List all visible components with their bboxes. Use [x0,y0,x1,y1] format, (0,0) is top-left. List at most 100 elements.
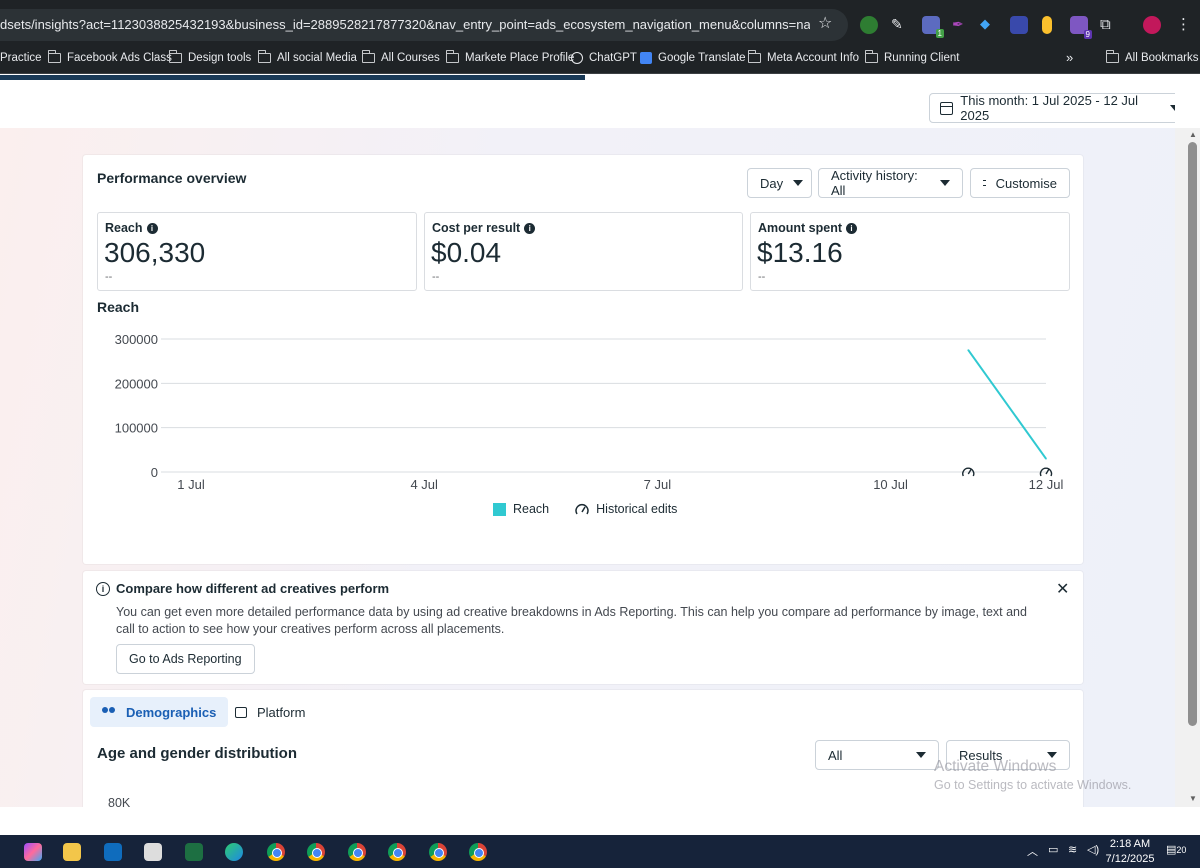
bookmark-running-client[interactable]: Running Client [864,50,959,64]
wifi-icon[interactable]: ≋ [1068,843,1077,856]
bookmark-practice[interactable]: Practice [0,52,42,64]
file-explorer-icon[interactable] [63,843,81,861]
demographics-card: Demographics Platform Age and gender dis… [83,690,1083,807]
scroll-down-arrow-icon[interactable]: ▼ [1189,794,1197,803]
metric-reach[interactable]: Reach i 306,330 -- [97,212,417,291]
tab-platform[interactable]: Platform [223,697,317,727]
chatgpt-icon [571,52,583,64]
bookmark-chatgpt[interactable]: ChatGPT [571,52,637,64]
tab-label: Platform [257,704,306,720]
feather-extension-icon[interactable]: ✒ [952,16,970,34]
go-to-ads-reporting-button[interactable]: Go to Ads Reporting [116,644,255,674]
info-icon[interactable]: i [146,222,158,234]
square-extension-icon[interactable] [1010,16,1028,34]
clock-time: 2:18 AM [1109,838,1151,850]
tab-demographics[interactable]: Demographics [90,697,229,727]
extension-icon-1[interactable]: 1 [922,16,944,38]
bookmark-all-social-media[interactable]: All social Media [257,50,357,64]
reach-series-line [967,349,1047,460]
extension-icon-2[interactable]: 9 [1070,16,1092,39]
historical-edit-marker-needle [1045,468,1050,475]
clock-date: 7/12/2025 [1105,853,1155,865]
edge-icon[interactable] [225,843,243,861]
metric-delta: -- [758,271,766,283]
all-bookmarks-folder[interactable]: All Bookmarks [1105,50,1199,64]
profile-avatar[interactable] [1143,16,1161,34]
notification-icon[interactable]: ▤20 [1166,843,1186,856]
extensions-puzzle-icon[interactable]: ⧉ [1100,16,1118,34]
translate-icon [640,52,652,64]
day-dropdown[interactable]: Day [747,168,812,198]
legend-historical-edits-label: Historical edits [596,502,678,516]
y-tick-label: 0 [151,465,158,480]
bookmark-google-translate[interactable]: Google Translate [640,52,746,64]
x-tick-label: 7 Jul [644,477,672,492]
legend-reach-label: Reach [513,502,550,516]
scrollbar-thumb[interactable] [1188,142,1197,726]
tag-extension-icon[interactable]: ◆ [980,16,998,34]
close-icon[interactable]: ✕ [1056,579,1069,599]
browser-menu-icon[interactable]: ⋮ [1176,16,1194,34]
legend-reach-swatch [493,502,506,516]
performance-overview-card: Performance overview Day Activity histor… [83,155,1083,564]
show-hidden-icons-chevron-icon[interactable]: ︿ [1027,843,1038,859]
scroll-up-arrow-icon[interactable]: ▲ [1189,130,1197,139]
chart-legend: Reach Historical edits [493,502,677,516]
y-tick-label: 200000 [115,376,158,391]
more-bookmarks-chevron-icon[interactable]: » [1066,50,1073,65]
select-value: All [828,747,843,763]
customise-button[interactable]: Customise [970,168,1070,198]
info-icon[interactable]: i [846,222,858,234]
audience-select[interactable]: All [815,740,939,770]
reach-data-point [967,349,970,351]
x-tick-label: 4 Jul [410,477,438,492]
metric-amount-spent[interactable]: Amount spent i $13.16 -- [750,212,1070,291]
chevron-down-icon [940,180,950,186]
calendar-icon [940,101,954,115]
bookmark-all-courses[interactable]: All Courses [361,50,440,64]
excel-icon[interactable] [185,843,203,861]
x-tick-label: 10 Jul [873,477,908,492]
customise-label: Customise [995,175,1057,191]
bookmark-meta-account-info[interactable]: Meta Account Info [747,50,859,64]
extension-badge: 1 [935,29,944,38]
folder-icon [47,50,61,63]
grammarly-extension-icon[interactable] [860,16,878,34]
chrome-icon[interactable] [388,843,406,861]
clock[interactable]: 2:18 AM 7/12/2025 [1104,837,1156,867]
windows-taskbar: ︿ ▭ ≋ ◁) 2:18 AM 7/12/2025 ▤20 [0,835,1200,868]
chrome-icon[interactable] [267,843,285,861]
outlook-icon[interactable] [104,843,122,861]
y-tick-label: 100000 [115,421,158,436]
date-range-button[interactable]: This month: 1 Jul 2025 - 12 Jul 2025 [929,93,1175,123]
info-icon[interactable]: i [524,222,536,234]
y-axis-top-label: 80K [108,796,131,807]
info-circle-icon: i [96,582,110,596]
bulb-extension-icon[interactable] [1042,16,1052,34]
folder-icon [257,50,271,63]
bookmark-market-place-profile[interactable]: Markete Place Profile [445,50,574,64]
chrome-icon[interactable] [348,843,366,861]
volume-icon[interactable]: ◁) [1087,843,1099,856]
battery-icon[interactable]: ▭ [1048,843,1058,856]
eyedropper-extension-icon[interactable]: ✎ [891,16,909,34]
bookmark-facebook-ads-class[interactable]: Facebook Ads Class [47,50,172,64]
chrome-icon[interactable] [429,843,447,861]
chevron-down-icon [793,180,804,186]
chrome-icon[interactable] [307,843,325,861]
copilot-icon[interactable] [24,843,42,861]
url-text[interactable]: dsets/insights?act=1123038825432193&busi… [0,17,810,32]
activate-windows-hint: Go to Settings to activate Windows. [934,778,1132,792]
performance-overview-title: Performance overview [97,170,247,186]
chrome-icon[interactable] [469,843,487,861]
metric-cost-per-result[interactable]: Cost per result i $0.04 -- [424,212,743,291]
metric-value: 306,330 [104,237,206,268]
bookmark-star-icon[interactable]: ☆ [818,15,836,33]
historical-edits-gauge-icon [575,504,589,515]
capcut-icon[interactable] [144,843,162,861]
notification-count: 20 [1176,845,1187,855]
chevron-down-icon [1170,105,1175,111]
bookmark-design-tools[interactable]: Design tools [168,50,251,64]
activity-history-dropdown[interactable]: Activity history: All [818,168,963,198]
day-label: Day [760,175,784,191]
